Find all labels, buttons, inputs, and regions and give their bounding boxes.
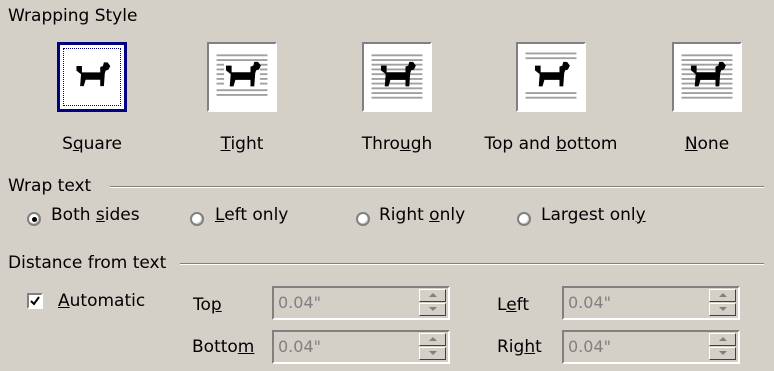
wrap-none-button[interactable] (672, 42, 742, 112)
distance-divider (180, 263, 764, 265)
checkmark-icon (30, 296, 40, 306)
arrow-up-icon (429, 337, 437, 341)
left-spinbox[interactable]: 0.04" (562, 286, 740, 320)
top-spin-down-button[interactable] (419, 303, 446, 316)
wrap-square-button[interactable] (57, 42, 127, 112)
radio-largest-only[interactable] (517, 212, 531, 226)
dog-silhouette-icon (225, 61, 261, 87)
wrap-through-label: Through (361, 134, 433, 154)
bottom-label: Bottom (192, 337, 255, 357)
arrow-up-icon (719, 293, 727, 297)
radio-largest-only-label[interactable]: Largest only (541, 205, 646, 225)
arrow-down-icon (429, 307, 437, 311)
bottom-spinbox[interactable]: 0.04" (272, 330, 450, 364)
left-spin-up-button[interactable] (709, 289, 736, 302)
arrow-down-icon (429, 351, 437, 355)
distance-heading: Distance from text (8, 253, 167, 273)
top-value: 0.04" (278, 293, 321, 312)
right-value: 0.04" (568, 337, 611, 356)
wrap-none-label: None (684, 134, 730, 154)
wrap-text-divider (110, 186, 764, 188)
arrow-down-icon (719, 307, 727, 311)
top-spin-up-button[interactable] (419, 289, 446, 302)
top-spinbox[interactable]: 0.04" (272, 286, 450, 320)
left-label: Left (497, 295, 530, 315)
right-spin-down-button[interactable] (709, 347, 736, 360)
top-label: Top (193, 295, 222, 315)
radio-right-only[interactable] (356, 212, 370, 226)
right-spinbox[interactable]: 0.04" (562, 330, 740, 364)
radio-left-only[interactable] (190, 212, 204, 226)
wrap-tight-label: Tight (220, 134, 264, 154)
bottom-spin-down-button[interactable] (419, 347, 446, 360)
wrap-top-and-bottom-button[interactable] (516, 42, 586, 112)
bottom-spin-up-button[interactable] (419, 333, 446, 346)
left-spin-down-button[interactable] (709, 303, 736, 316)
radio-selected-dot (32, 217, 37, 222)
arrow-up-icon (429, 293, 437, 297)
wrap-top-and-bottom-label: Top and bottom (484, 134, 618, 154)
radio-both-sides[interactable] (27, 212, 41, 226)
wrapping-style-heading: Wrapping Style (8, 6, 138, 26)
automatic-checkbox[interactable] (27, 293, 43, 309)
radio-left-only-label[interactable]: Left only (215, 205, 288, 225)
wrap-through-button[interactable] (362, 42, 432, 112)
right-label: Right (497, 337, 542, 357)
left-value: 0.04" (568, 293, 611, 312)
wrap-text-heading: Wrap text (8, 176, 92, 196)
automatic-label[interactable]: Automatic (58, 291, 145, 311)
arrow-up-icon (719, 337, 727, 341)
dog-silhouette-icon (76, 62, 111, 87)
radio-both-sides-label[interactable]: Both sides (51, 205, 140, 225)
wrap-tight-button[interactable] (207, 42, 277, 112)
arrow-down-icon (719, 351, 727, 355)
radio-right-only-label[interactable]: Right only (379, 205, 465, 225)
bottom-value: 0.04" (278, 337, 321, 356)
right-spin-up-button[interactable] (709, 333, 736, 346)
dog-silhouette-icon (534, 61, 570, 87)
wrap-square-label: Square (62, 134, 122, 154)
